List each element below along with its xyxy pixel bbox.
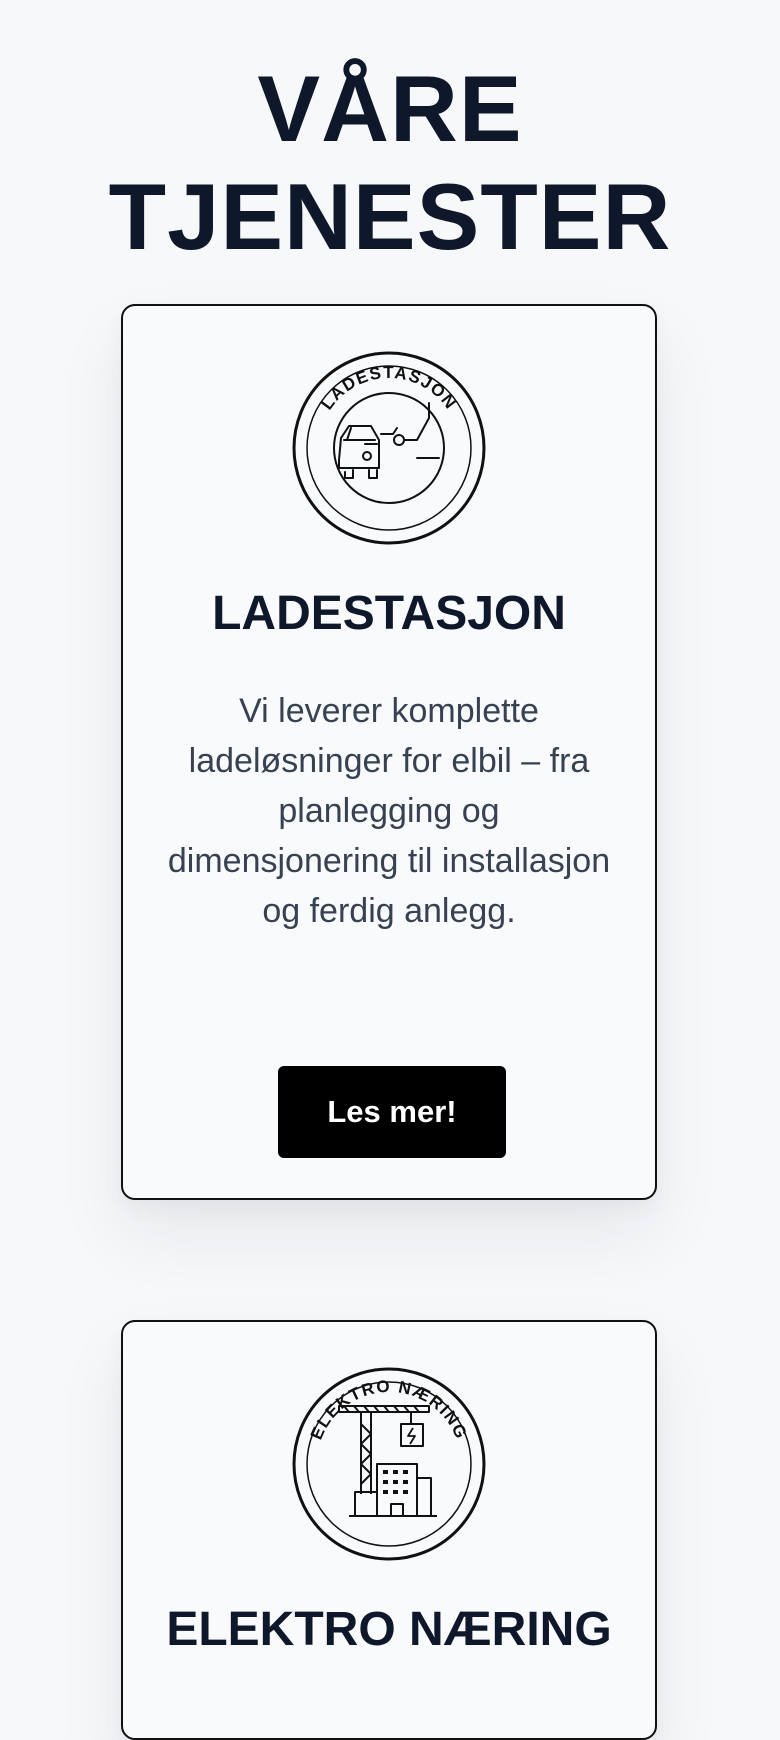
service-card-elektro-naering: ELEKTRO NÆRING ELEKTRO NÆRING: [121, 1320, 657, 1740]
service-description: Vi leverer komplette ladeløsninger for e…: [167, 692, 611, 930]
ev-charging-badge-icon: LADESTASJON: [289, 348, 489, 548]
page-title-line-2: TJENESTER: [108, 164, 672, 269]
page-title-line-1: VÅRE: [257, 56, 523, 161]
service-card-ladestasjon: LADESTASJON LADESTASJON Vi leverer kompl…: [121, 304, 657, 1200]
service-title: LADESTASJON: [212, 587, 566, 640]
page-title: VÅRE TJENESTER: [0, 55, 780, 271]
read-more-button[interactable]: Les mer!: [278, 1066, 506, 1158]
construction-crane-badge-icon: ELEKTRO NÆRING: [289, 1364, 489, 1564]
service-title: ELEKTRO NÆRING: [166, 1603, 612, 1656]
badge-label: LADESTASJON: [317, 363, 460, 413]
